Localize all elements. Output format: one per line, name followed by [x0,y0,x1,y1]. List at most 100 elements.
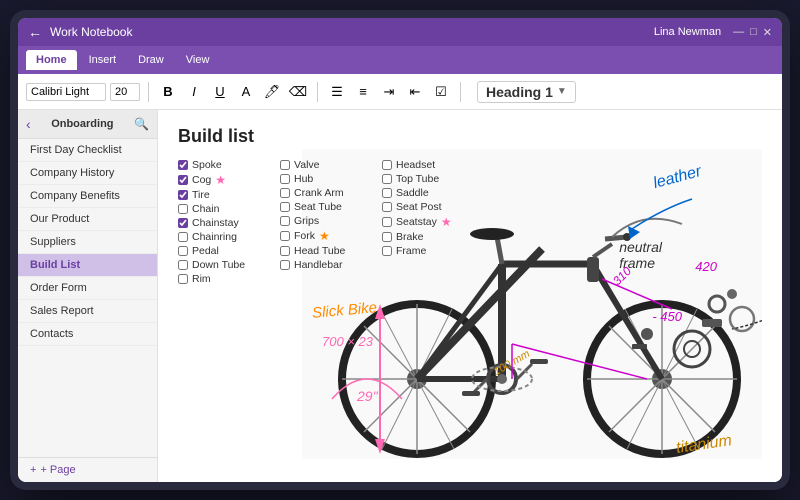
cog-label: Cog [192,174,211,186]
downtube-label: Down Tube [192,259,245,271]
checklist-item-fork: Fork ★ [280,229,370,243]
screen: ← Work Notebook Lina Newman — □ ✕ Home I… [18,18,782,482]
color-button[interactable]: A [235,81,257,103]
outdent-button[interactable]: ⇤ [404,81,426,103]
checklist-item-crankarm: Crank Arm [280,187,370,199]
rim-checkbox[interactable] [178,274,188,284]
content-area[interactable]: Build list Spoke [158,110,782,482]
headset-label: Headset [396,159,435,171]
heading-dropdown-icon: ▼ [557,86,567,97]
brake-checkbox[interactable] [382,232,392,242]
main-area: ‹ Onboarding 🔍 First Day Checklist Compa… [18,110,782,482]
handlebar-checkbox[interactable] [280,260,290,270]
chain-checkbox[interactable] [178,204,188,214]
font-family-input[interactable] [26,83,106,101]
hub-checkbox[interactable] [280,174,290,184]
checklist-item-toptube: Top Tube [382,173,472,185]
chainring-checkbox[interactable] [178,232,188,242]
eraser-button[interactable]: ⌫ [287,81,309,103]
saddle-checkbox[interactable] [382,188,392,198]
sidebar-search-button[interactable]: 🔍 [134,117,149,131]
back-button[interactable]: ← [28,24,42,40]
close-button[interactable]: ✕ [763,26,772,39]
toptube-label: Top Tube [396,173,439,185]
checklist-item-downtube: Down Tube [178,259,268,271]
checklist-item-rim: Rim [178,273,268,285]
seatstay-label: Seatstay [396,216,437,228]
checklist-item-headtube: Head Tube [280,245,370,257]
checklist-button[interactable]: ☑ [430,81,452,103]
bullet-list-button[interactable]: ☰ [326,81,348,103]
crankarm-checkbox[interactable] [280,188,290,198]
minimize-button[interactable]: — [733,26,744,39]
add-page-label: + Page [40,464,75,476]
seatstay-checkbox[interactable] [382,217,392,227]
checklist-col-3: Headset Top Tube Saddle [382,159,472,285]
device-frame: ← Work Notebook Lina Newman — □ ✕ Home I… [10,10,790,490]
checklist-item-pedal: Pedal [178,245,268,257]
pedal-checkbox[interactable] [178,246,188,256]
tab-insert[interactable]: Insert [79,50,127,70]
add-page-button[interactable]: + + Page [18,457,157,482]
tab-home[interactable]: Home [26,50,77,70]
underline-button[interactable]: U [209,81,231,103]
title-bar-left: ← Work Notebook [28,24,132,40]
chain-label: Chain [192,203,219,215]
seatpost-checkbox[interactable] [382,202,392,212]
sidebar-item-our-product[interactable]: Our Product [18,208,157,231]
numbered-list-button[interactable]: ≡ [352,81,374,103]
sidebar-item-company-history[interactable]: Company History [18,162,157,185]
heading-label: Heading 1 [486,84,553,100]
sidebar-section-title: Onboarding [51,118,113,130]
sidebar-item-order-form[interactable]: Order Form [18,277,157,300]
checklist-item-seatpost: Seat Post [382,201,472,213]
bold-button[interactable]: B [157,81,179,103]
heading-style-select[interactable]: Heading 1 ▼ [477,81,576,103]
tab-view[interactable]: View [176,50,220,70]
tire-checkbox[interactable] [178,190,188,200]
headset-checkbox[interactable] [382,160,392,170]
checklist-col-1: Spoke Cog ★ Tire [178,159,268,285]
tab-draw[interactable]: Draw [128,50,174,70]
italic-button[interactable]: I [183,81,205,103]
frame-checkbox[interactable] [382,246,392,256]
sidebar-item-build-list[interactable]: Build List [18,254,157,277]
rim-label: Rim [192,273,211,285]
toolbar-divider-3 [460,82,461,102]
cog-checkbox[interactable] [178,175,188,185]
sidebar-collapse-button[interactable]: ‹ [26,116,31,132]
checklist-item-handlebar: Handlebar [280,259,370,271]
title-bar-right: Lina Newman — □ ✕ [654,26,772,39]
sidebar: ‹ Onboarding 🔍 First Day Checklist Compa… [18,110,158,482]
sidebar-item-contacts[interactable]: Contacts [18,323,157,346]
headtube-checkbox[interactable] [280,246,290,256]
ribbon-tabs: Home Insert Draw View [18,46,782,74]
seattube-checkbox[interactable] [280,202,290,212]
seattube-label: Seat Tube [294,201,342,213]
fork-checkbox[interactable] [280,231,290,241]
sidebar-item-sales-report[interactable]: Sales Report [18,300,157,323]
toptube-checkbox[interactable] [382,174,392,184]
window-controls: — □ ✕ [733,26,772,39]
indent-button[interactable]: ⇥ [378,81,400,103]
highlight-button[interactable]: 🖊 [261,81,283,103]
headtube-label: Head Tube [294,245,345,257]
valve-checkbox[interactable] [280,160,290,170]
pedal-label: Pedal [192,245,219,257]
checklist-item-frame: Frame [382,245,472,257]
checklist-columns: Spoke Cog ★ Tire [178,159,472,285]
checklist-item-chain: Chain [178,203,268,215]
sidebar-item-company-benefits[interactable]: Company Benefits [18,185,157,208]
checklist-item-saddle: Saddle [382,187,472,199]
chainstay-checkbox[interactable] [178,218,188,228]
title-bar: ← Work Notebook Lina Newman — □ ✕ [18,18,782,46]
checklist-item-hub: Hub [280,173,370,185]
spoke-checkbox[interactable] [178,160,188,170]
brake-label: Brake [396,231,423,243]
sidebar-item-first-day[interactable]: First Day Checklist [18,139,157,162]
downtube-checkbox[interactable] [178,260,188,270]
grips-checkbox[interactable] [280,216,290,226]
sidebar-item-suppliers[interactable]: Suppliers [18,231,157,254]
font-size-input[interactable] [110,83,140,101]
maximize-button[interactable]: □ [750,26,757,39]
